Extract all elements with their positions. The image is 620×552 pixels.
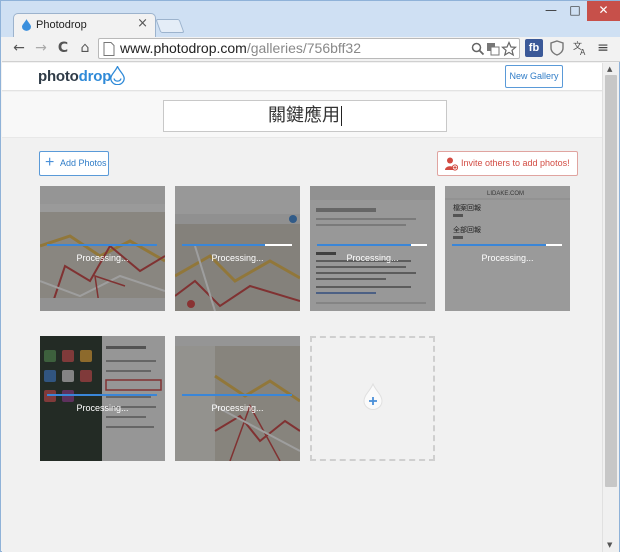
photo-tile[interactable]: Processing... [40, 336, 165, 461]
progress-bar [182, 244, 292, 246]
url-path: /galleries/756bff32 [246, 40, 362, 56]
star-icon[interactable] [501, 41, 517, 57]
add-photo-drop-zone[interactable] [310, 336, 435, 461]
progress-fill [317, 244, 411, 246]
facebook-extension-icon[interactable]: fb [525, 39, 543, 57]
processing-overlay [40, 186, 165, 311]
title-section: 關鍵應用 [2, 92, 602, 138]
photo-tile[interactable]: Processing... [310, 186, 435, 311]
progress-fill [452, 244, 546, 246]
shield-icon[interactable] [548, 39, 566, 57]
progress-bar [452, 244, 562, 246]
browser-toolbar: ← → C ⌂ www.photodrop.com/galleries/756b… [2, 37, 620, 62]
translate-icon[interactable] [485, 41, 501, 57]
vertical-scrollbar[interactable]: ▲ ▼ [602, 63, 619, 552]
processing-label: Processing... [211, 253, 264, 263]
svg-text:A: A [580, 48, 586, 57]
text-cursor [341, 106, 342, 126]
search-icon[interactable] [470, 41, 486, 57]
add-drop-icon [363, 383, 383, 410]
processing-label: Processing... [211, 403, 264, 413]
progress-bar [47, 244, 157, 246]
processing-overlay [310, 186, 435, 311]
processing-overlay [175, 336, 300, 461]
drop-favicon-icon [22, 19, 31, 31]
gallery-title-text: 關鍵應用 [268, 105, 340, 126]
scroll-down-arrow-icon[interactable]: ▼ [607, 541, 612, 549]
invite-button[interactable]: Invite others to add photos! [437, 151, 578, 176]
url-host: www.photodrop.com [120, 40, 247, 56]
processing-label: Processing... [346, 253, 399, 263]
progress-fill [47, 394, 157, 396]
progress-bar [317, 244, 427, 246]
page-icon [103, 42, 115, 56]
add-photos-label: Add Photos [60, 158, 107, 168]
photodrop-logo[interactable]: photodrop [38, 68, 111, 85]
processing-overlay [40, 336, 165, 461]
photo-tile[interactable]: Processing... [175, 336, 300, 461]
progress-fill [182, 394, 292, 396]
photo-tile[interactable]: LIDAKE.COM 檔案回報 全部回報 Processing... [445, 186, 570, 311]
home-button[interactable]: ⌂ [76, 39, 94, 57]
processing-overlay [445, 186, 570, 311]
logo-drop-text: drop [78, 68, 112, 85]
new-tab-button[interactable] [155, 19, 185, 33]
app-header: photodrop New Gallery [2, 63, 602, 91]
address-bar[interactable]: www.photodrop.com/galleries/756bff32 [98, 38, 520, 59]
add-photos-button[interactable]: + Add Photos [39, 151, 109, 176]
progress-fill [47, 244, 157, 246]
processing-label: Processing... [481, 253, 534, 263]
scroll-up-arrow-icon[interactable]: ▲ [607, 65, 612, 73]
progress-bar [47, 394, 157, 396]
url-text[interactable]: www.photodrop.com/galleries/756bff32 [120, 40, 361, 56]
logo-photo-text: photo [38, 68, 79, 85]
invite-label: Invite others to add photos! [461, 158, 570, 168]
browser-window: Photodrop × — □ ✕ ← → C ⌂ www.photodrop.… [0, 0, 620, 552]
plus-icon: + [45, 154, 55, 171]
photo-tile[interactable]: Processing... [40, 186, 165, 311]
processing-overlay [175, 186, 300, 311]
tab-close-icon[interactable]: × [137, 17, 148, 31]
reload-button[interactable]: C [54, 39, 72, 57]
page-viewport: photodrop New Gallery 關鍵應用 + Add Photos … [2, 63, 602, 552]
gallery-title-input[interactable]: 關鍵應用 [163, 100, 447, 132]
back-button[interactable]: ← [10, 39, 28, 57]
minimize-button[interactable]: — [539, 1, 563, 21]
person-add-icon [445, 157, 458, 171]
browser-tab[interactable]: Photodrop × [13, 13, 156, 38]
translate-extension-icon[interactable]: 文 A [571, 39, 589, 57]
menu-icon[interactable]: ≡ [594, 39, 612, 57]
new-gallery-button[interactable]: New Gallery [505, 65, 563, 88]
tab-title: Photodrop [36, 19, 87, 31]
progress-bar [182, 394, 292, 396]
close-window-button[interactable]: ✕ [587, 1, 620, 21]
photo-tile[interactable]: Processing... [175, 186, 300, 311]
water-drop-logo-icon [110, 66, 125, 85]
forward-button[interactable]: → [32, 39, 50, 57]
processing-label: Processing... [76, 253, 129, 263]
processing-label: Processing... [76, 403, 129, 413]
progress-fill [182, 244, 265, 246]
scrollbar-thumb[interactable] [605, 75, 617, 487]
maximize-button[interactable]: □ [563, 1, 587, 21]
title-bar: Photodrop × — □ ✕ [1, 1, 620, 38]
